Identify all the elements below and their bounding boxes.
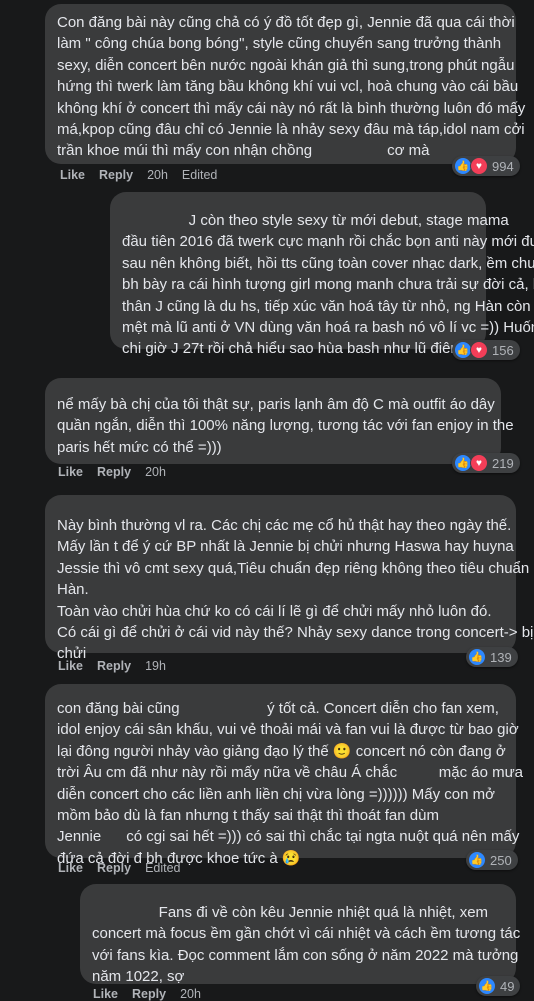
comment-text-line: Fans đi về còn kêu Jennie nhiệt quá là n… — [92, 904, 489, 921]
timestamp[interactable]: 20h — [145, 465, 166, 479]
timestamp[interactable]: 20h — [147, 168, 168, 182]
like-button[interactable]: Like — [58, 659, 83, 673]
comment-bubble: con đăng bài cũng ý tốt cả. Concert diễn… — [45, 684, 523, 867]
comment-bubble: nể mấy bà chị của tôi thật sự, paris lạn… — [45, 378, 514, 464]
reaction-summary[interactable]: 👍 49 — [476, 976, 521, 996]
reaction-summary[interactable]: 👍 139 — [466, 647, 518, 667]
comment-text-line: Jessie thì vô cmt sexy quá,Tiêu chuẩn đẹ… — [57, 559, 530, 577]
reaction-count: 250 — [490, 852, 512, 868]
comment-actions: Like Reply 20h — [58, 465, 180, 479]
reply-button[interactable]: Reply — [132, 987, 166, 1001]
like-button[interactable]: Like — [58, 465, 83, 479]
comment-text-line: concert mà focus ềm gần chớt vì cái nhiệ… — [92, 925, 521, 943]
comment-actions: Like Reply Edited — [58, 861, 195, 875]
reply-button[interactable]: Reply — [99, 168, 133, 182]
reply-button[interactable]: Reply — [97, 659, 131, 673]
comment-text-line: năm 1022, sợ — [92, 968, 185, 986]
timestamp[interactable]: 20h — [180, 987, 201, 1001]
comment-text-line: mệt mà lũ anti ở VN dùng văn hoá ra bash… — [122, 319, 534, 337]
timestamp[interactable]: 19h — [145, 659, 166, 673]
comment-text-line: với fans kìa. Đọc comment lắm con sống ở… — [92, 946, 519, 964]
reaction-summary[interactable]: 👍 250 — [466, 850, 518, 870]
comment-text-line: con đăng bài cũng ý tốt cả. Concert diễn… — [57, 700, 499, 717]
comment-text-line: hứng thì twerk làm tăng bầu không khí vu… — [57, 78, 519, 96]
edited-label: Edited — [181, 168, 218, 182]
like-button[interactable]: Like — [58, 861, 83, 875]
comment-text-line: má,kpop cũng đâu chỉ có Jennie là nhảy s… — [57, 121, 525, 139]
comment-bubble: Fans đi về còn kêu Jennie nhiệt quá là n… — [80, 884, 521, 986]
comment-text-line: thân J cũng là du hs, tiếp xúc văn hoá t… — [122, 297, 534, 315]
reaction-count: 139 — [490, 649, 512, 665]
reply-button[interactable]: Reply — [97, 861, 131, 875]
comment-text-line: paris hết mức có thể =))) — [57, 438, 222, 456]
comment-text-line: sexy, diễn concert bên nước ngoài khán g… — [57, 56, 515, 74]
like-icon: 👍 — [468, 648, 486, 666]
comment-text-line: sau nên không biết, hồi tts cũng toàn co… — [122, 254, 534, 272]
heart-icon: ♥ — [470, 157, 488, 175]
comment-text-line: Jennie có cgi sai hết =))) có sai thì ch… — [57, 828, 520, 846]
comment-bubble: Này bình thường vl ra. Các chị các mẹ cổ… — [45, 495, 534, 662]
comment-text-line: idol enjoy cái sân khấu, vui vẻ thoải má… — [57, 721, 519, 739]
reaction-count: 156 — [492, 342, 514, 358]
comment-text-line: J còn theo style sexy từ mới debut, stag… — [122, 212, 509, 229]
reaction-summary[interactable]: 👍 ♥ 994 — [452, 156, 520, 176]
heart-icon: ♥ — [470, 341, 488, 359]
comment-text-line: quần ngắn, diễn thì 100% năng lượng, tươ… — [57, 417, 514, 435]
comment-text-line: Hàn. — [57, 581, 89, 599]
comment-bubble: Con đăng bài này cũng chả có ý đồ tốt đẹ… — [45, 4, 526, 164]
comment-text-line: bh bày ra cái hình tượng girl mong manh … — [122, 276, 534, 294]
reaction-count: 219 — [492, 455, 514, 471]
like-button[interactable]: Like — [60, 168, 85, 182]
comment-text-line: trần khoe múi thì mấy con nhận chồng cơ … — [57, 142, 430, 160]
comment-text-line: Con đăng bài này cũng chả có ý đồ tốt đẹ… — [57, 14, 515, 31]
comment-text-line: lại đông người nhảy vào giảng đạo lý thế… — [57, 742, 506, 760]
heart-icon: ♥ — [470, 454, 488, 472]
comment-text-line: trời Âu cm đã như này rồi mấy nữa về châ… — [57, 764, 523, 782]
like-button[interactable]: Like — [93, 987, 118, 1001]
comment-actions: Like Reply 20h — [93, 987, 215, 1001]
comment-text-line: Này bình thường vl ra. Các chị các mẹ cổ… — [57, 517, 512, 534]
comment-text-line: Toàn vào chửi hùa chứ ko có cái lí lẽ gì… — [57, 602, 492, 620]
comment-text-line: nể mấy bà chị của tôi thật sự, paris lạn… — [57, 396, 495, 413]
like-icon: 👍 — [468, 851, 486, 869]
comment-actions: Like Reply 19h — [58, 659, 180, 673]
comment-actions: Like Reply 20h Edited — [60, 168, 231, 182]
comment-text-line: diễn concert cho các liền anh liền chị v… — [57, 785, 495, 803]
comment-text-line: Có cái gì để chửi ở cái vid này thế? Nhả… — [57, 624, 534, 642]
comment-text-line: Mấy lần t để ý cứ BP nhất là Jennie bị c… — [57, 538, 514, 556]
reaction-summary[interactable]: 👍 ♥ 156 — [452, 340, 520, 360]
comment-text-line: mồm bảo dù là fan nhưng t thấy sai thật … — [57, 807, 439, 825]
comment-text-line: chi giờ J 27t rồi chả hiểu sao hùa bash … — [122, 340, 479, 358]
reaction-count: 994 — [492, 158, 514, 174]
comment-text-line: không khí ở concert thì mấy cái này nó r… — [57, 99, 526, 117]
comment-text-line: làm " công chúa bong bóng", style cũng c… — [57, 35, 502, 53]
reaction-count: 49 — [500, 978, 515, 994]
comment-bubble: J còn theo style sexy từ mới debut, stag… — [110, 192, 534, 357]
edited-label: Edited — [145, 861, 181, 875]
comment-text-line: đầu tiên 2016 đã twerk cực mạnh rồi chắc… — [122, 233, 534, 251]
like-icon: 👍 — [478, 977, 496, 995]
reaction-summary[interactable]: 👍 ♥ 219 — [452, 453, 520, 473]
reply-button[interactable]: Reply — [97, 465, 131, 479]
